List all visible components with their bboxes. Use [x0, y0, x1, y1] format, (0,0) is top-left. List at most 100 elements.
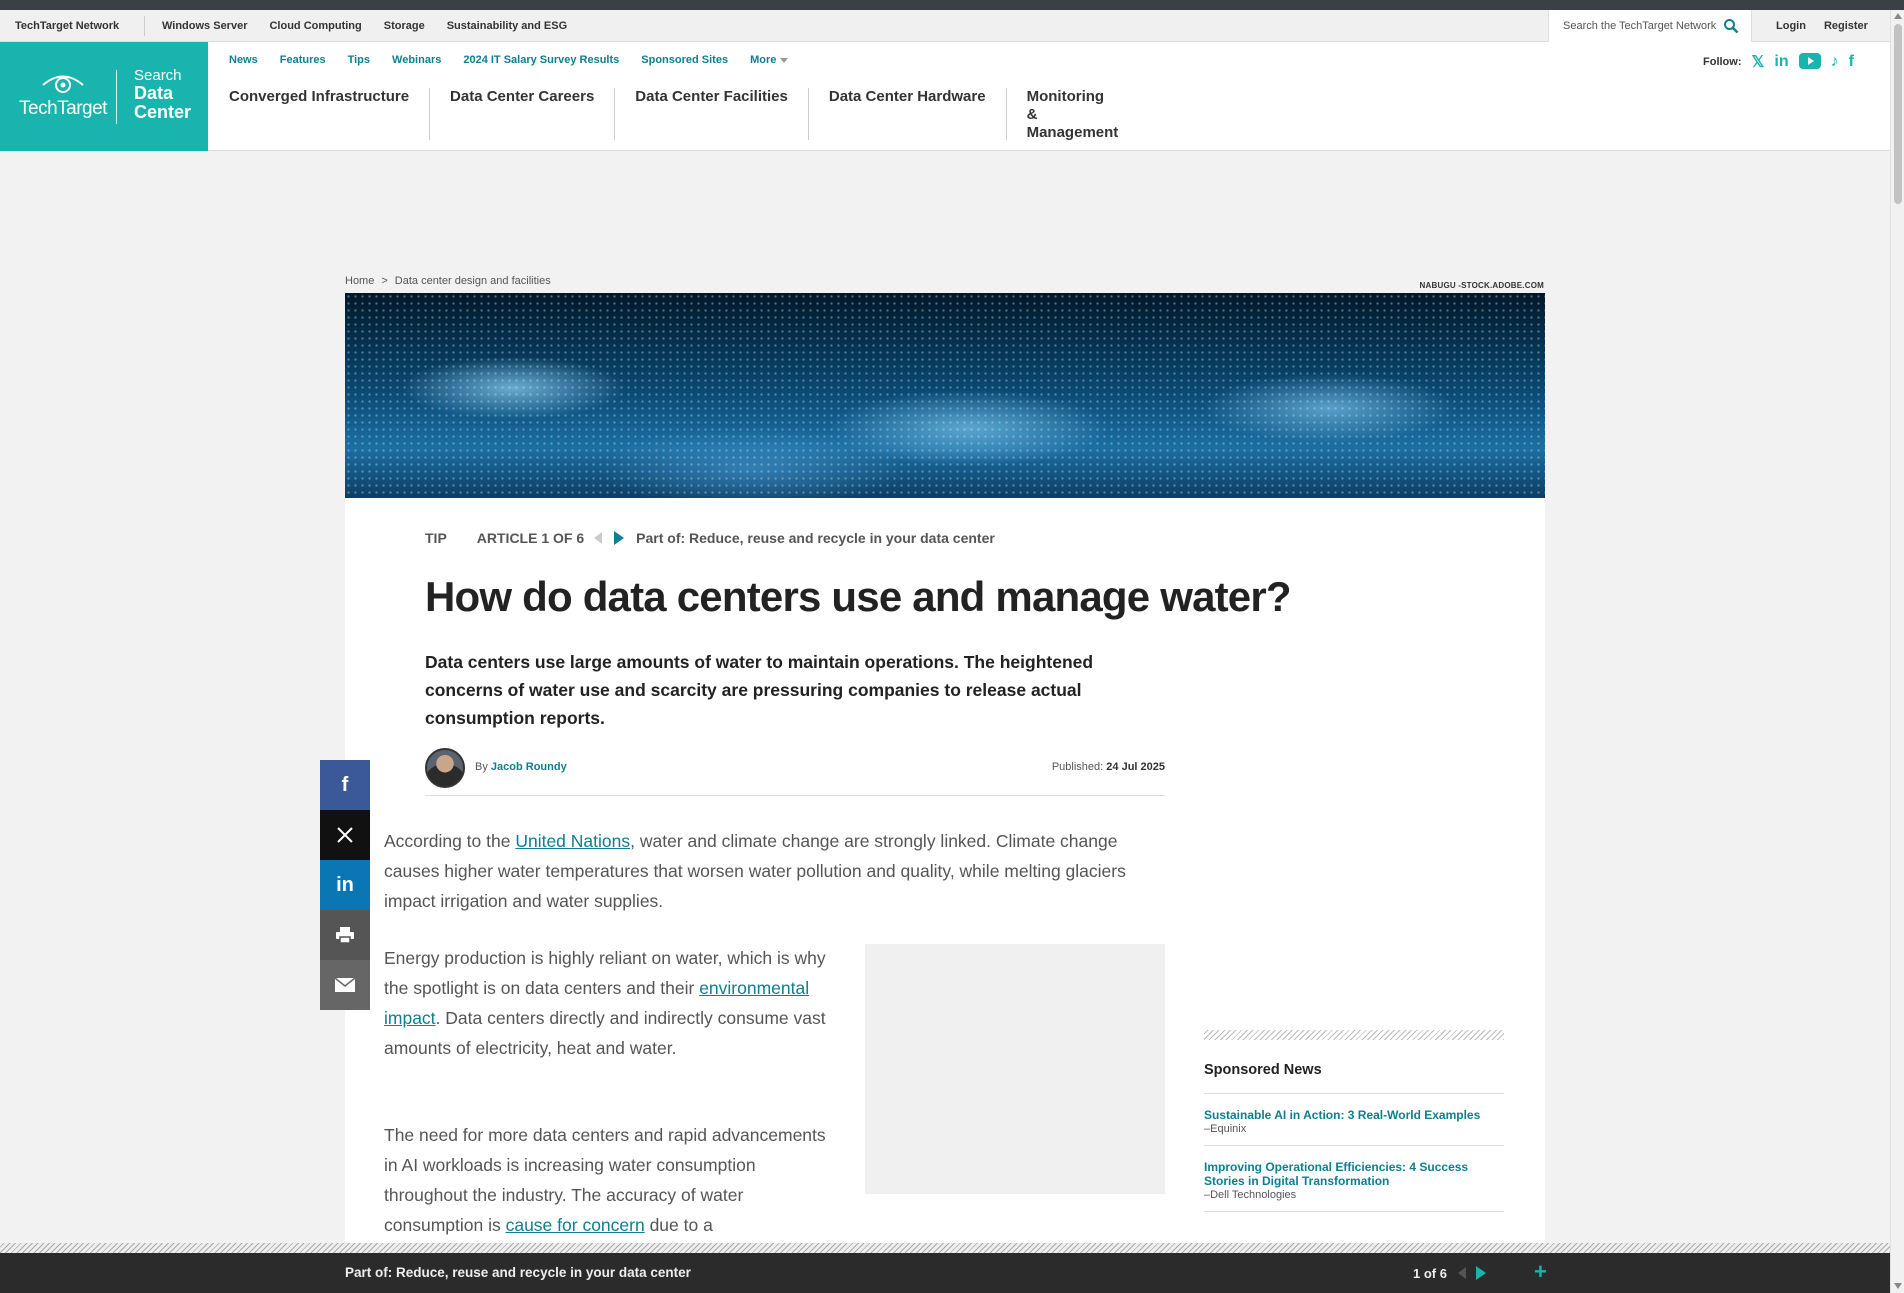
bottom-divider	[0, 1243, 1890, 1253]
sponsored-divider	[1204, 1030, 1504, 1040]
linkedin-icon[interactable]: in	[1774, 53, 1788, 71]
logo-company: TechTarget	[19, 98, 107, 119]
by-label: By	[475, 761, 488, 773]
series-bar-next-icon[interactable]	[1476, 1266, 1486, 1280]
sponsored-item-title[interactable]: Sustainable AI in Action: 3 Real-World E…	[1204, 1108, 1504, 1122]
chevron-down-icon	[780, 57, 789, 63]
paragraph-1: According to the United Nations, water a…	[384, 826, 1144, 916]
category-data-center-hardware[interactable]: Data Center Hardware	[809, 88, 1007, 140]
page-scrollbar[interactable]	[1890, 10, 1904, 1293]
sponsored-heading: Sponsored News	[1204, 1062, 1504, 1094]
series-bar-count: 1 of 6	[1413, 1266, 1447, 1281]
youtube-icon[interactable]	[1798, 52, 1821, 72]
network-bar: TechTarget Network Windows Server Cloud …	[0, 10, 1890, 42]
nav-sponsored-sites[interactable]: Sponsored Sites	[641, 54, 728, 66]
article-type: TIP	[425, 530, 447, 546]
series-bar-expand-icon[interactable]: +	[1534, 1259, 1547, 1285]
scroll-down-icon[interactable]	[1894, 1283, 1902, 1289]
article-dek: Data centers use large amounts of water …	[425, 652, 1094, 728]
p2-text-b: . Data centers directly and indirectly c…	[384, 1008, 826, 1058]
published-label: Published:	[1051, 761, 1104, 773]
series-next-icon[interactable]	[614, 531, 625, 545]
x-icon[interactable]	[320, 810, 370, 860]
author-avatar[interactable]	[425, 748, 465, 788]
top-nav: News Features Tips Webinars 2024 IT Sala…	[229, 54, 789, 66]
email-icon[interactable]	[320, 960, 370, 1010]
article-meta: TIP ARTICLE 1 OF 6 Part of: Reduce, reus…	[425, 530, 995, 546]
series-position: ARTICLE 1 OF 6	[476, 530, 585, 546]
sponsored-item-source: –Dell Technologies	[1204, 1189, 1297, 1201]
logo-site-line3: Center	[134, 101, 192, 122]
auth-links: Login Register	[1776, 20, 1868, 32]
linkedin-icon[interactable]: in	[320, 860, 370, 910]
category-data-center-careers[interactable]: Data Center Careers	[430, 88, 616, 140]
category-converged-infrastructure[interactable]: Converged Infrastructure	[209, 88, 431, 140]
site-header: TechTarget Search Data Center News Featu…	[0, 42, 1890, 151]
paragraph-2: Energy production is highly reliant on w…	[384, 943, 834, 1063]
scrollbar-thumb[interactable]	[1894, 24, 1902, 204]
paragraph-3: The need for more data centers and rapid…	[384, 1120, 834, 1240]
network-link-cloud-computing[interactable]: Cloud Computing	[269, 20, 361, 32]
sponsored-news: Sponsored News Sustainable AI in Action:…	[1204, 1030, 1504, 1212]
category-monitoring-management[interactable]: Monitoring & Management	[1007, 88, 1137, 141]
nav-webinars[interactable]: Webinars	[392, 54, 441, 66]
follow-label: Follow:	[1703, 56, 1742, 68]
link-united-nations[interactable]: United Nations	[515, 831, 630, 851]
series-bar-label[interactable]: Part of: Reduce, reuse and recycle in yo…	[345, 1265, 691, 1280]
breadcrumb-separator: >	[381, 275, 388, 287]
category-nav: Converged Infrastructure Data Center Car…	[209, 88, 1137, 141]
sponsored-item[interactable]: Improving Operational Efficiencies: 4 Su…	[1204, 1146, 1504, 1212]
link-cause-for-concern[interactable]: cause for concern	[506, 1215, 645, 1235]
breadcrumb: Home > Data center design and facilities	[345, 275, 551, 287]
facebook-icon[interactable]: f	[320, 760, 370, 810]
network-brand-link[interactable]: TechTarget Network	[15, 20, 119, 32]
search-icon[interactable]	[1723, 18, 1739, 34]
nav-salary-survey[interactable]: 2024 IT Salary Survey Results	[463, 54, 619, 66]
x-icon[interactable]: 𝕏	[1752, 52, 1765, 72]
p3-text-b: due to a	[644, 1215, 713, 1235]
series-bar-prev-icon[interactable]	[1458, 1267, 1466, 1279]
follow-bar: Follow: 𝕏 in ♪ f	[1703, 52, 1854, 72]
network-link-sustainability[interactable]: Sustainability and ESG	[447, 20, 567, 32]
search-placeholder: Search the TechTarget Network	[1563, 20, 1717, 32]
category-data-center-facilities[interactable]: Data Center Facilities	[615, 88, 809, 140]
login-link[interactable]: Login	[1776, 20, 1806, 32]
tiktok-icon[interactable]: ♪	[1831, 53, 1839, 71]
print-icon[interactable]	[320, 910, 370, 960]
article-title: How do data centers use and manage water…	[425, 573, 1292, 620]
divider	[144, 16, 145, 36]
techtarget-logo: TechTarget	[18, 72, 108, 120]
facebook-icon[interactable]: f	[1849, 53, 1854, 71]
nav-tips[interactable]: Tips	[348, 54, 370, 66]
logo-divider	[116, 70, 117, 124]
p1-text-a: According to the	[384, 831, 516, 851]
image-credit: NABUGU -STOCK.ADOBE.COM	[1419, 281, 1544, 290]
network-links: Windows Server Cloud Computing Storage S…	[162, 20, 567, 32]
sponsored-item-title[interactable]: Improving Operational Efficiencies: 4 Su…	[1204, 1160, 1504, 1188]
logo-site-line2: Data	[134, 82, 174, 103]
nav-features[interactable]: Features	[280, 54, 326, 66]
nav-more[interactable]: More	[750, 54, 789, 66]
sponsored-item[interactable]: Sustainable AI in Action: 3 Real-World E…	[1204, 1094, 1504, 1146]
published-value: 24 Jul 2025	[1106, 761, 1165, 773]
share-rail: f in	[320, 760, 370, 1010]
techtarget-eye-icon	[42, 75, 84, 93]
breadcrumb-home[interactable]: Home	[345, 275, 374, 287]
series-part-of-link[interactable]: Part of: Reduce, reuse and recycle in yo…	[636, 530, 995, 546]
network-link-storage[interactable]: Storage	[384, 20, 425, 32]
published-date: Published: 24 Jul 2025	[1052, 761, 1165, 773]
logo-site-line1: Search	[134, 67, 182, 84]
byline: By Jacob Roundy Published: 24 Jul 2025	[425, 748, 1165, 796]
ad-placeholder	[865, 944, 1165, 1194]
author-link[interactable]: Jacob Roundy	[491, 761, 567, 773]
series-prev-icon[interactable]	[594, 532, 603, 544]
breadcrumb-section[interactable]: Data center design and facilities	[395, 275, 551, 287]
series-sticky-bar: Part of: Reduce, reuse and recycle in yo…	[0, 1253, 1890, 1293]
network-link-windows-server[interactable]: Windows Server	[162, 20, 247, 32]
nav-news[interactable]: News	[229, 54, 258, 66]
network-search-input[interactable]: Search the TechTarget Network	[1548, 10, 1752, 42]
site-logo[interactable]: TechTarget Search Data Center	[0, 42, 208, 151]
register-link[interactable]: Register	[1824, 20, 1868, 32]
scroll-up-icon[interactable]	[1894, 13, 1902, 19]
logo-site-name: Search Data Center	[134, 68, 191, 122]
